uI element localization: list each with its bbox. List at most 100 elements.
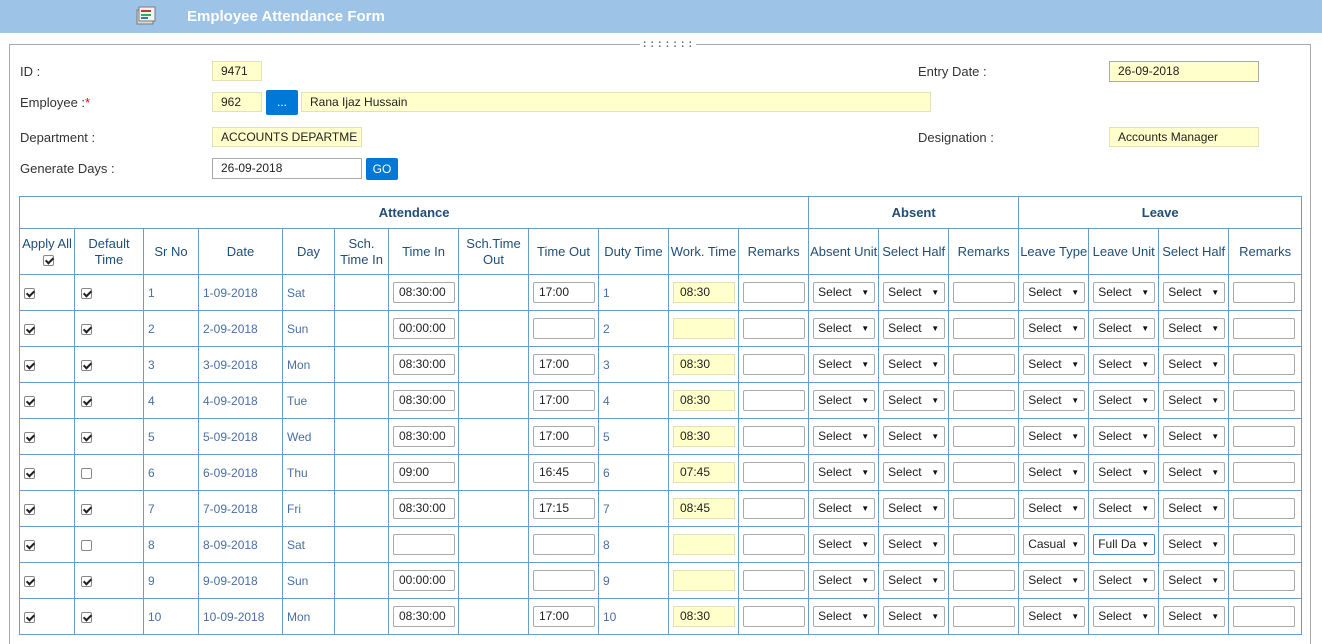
time-in-input[interactable]: 00:00:00 <box>393 318 455 339</box>
apply-checkbox[interactable] <box>24 575 35 587</box>
leave-half-select[interactable]: Select ▼ <box>1163 282 1226 303</box>
leave-type-select[interactable]: Select ▼ <box>1023 318 1086 339</box>
absent-unit-select[interactable]: Select ▼ <box>813 462 876 483</box>
default-time-checkbox[interactable] <box>81 575 92 587</box>
employee-lookup-button[interactable]: ... <box>266 90 298 115</box>
leave-half-select[interactable]: Select ▼ <box>1163 498 1226 519</box>
leave-half-select[interactable]: Select ▼ <box>1163 390 1226 411</box>
apply-all-checkbox[interactable] <box>42 254 54 266</box>
apply-checkbox[interactable] <box>24 503 35 515</box>
remarks-input[interactable] <box>743 534 805 555</box>
absent-remarks-input[interactable] <box>953 282 1016 303</box>
absent-remarks-input[interactable] <box>953 570 1016 591</box>
leave-type-select[interactable]: Select ▼ <box>1023 390 1086 411</box>
default-time-checkbox[interactable] <box>81 287 92 299</box>
absent-half-select[interactable]: Select ▼ <box>883 390 946 411</box>
leave-half-select[interactable]: Select ▼ <box>1163 534 1226 555</box>
absent-half-select[interactable]: Select ▼ <box>883 462 946 483</box>
leave-half-select[interactable]: Select ▼ <box>1163 570 1226 591</box>
absent-half-select[interactable]: Select ▼ <box>883 498 946 519</box>
absent-unit-select[interactable]: Select ▼ <box>813 498 876 519</box>
time-out-input[interactable] <box>533 318 595 339</box>
default-time-checkbox[interactable] <box>81 323 92 335</box>
time-in-input[interactable] <box>393 534 455 555</box>
time-out-input[interactable]: 17:15 <box>533 498 595 519</box>
remarks-input[interactable] <box>743 570 805 591</box>
remarks-input[interactable] <box>743 426 805 447</box>
leave-unit-select[interactable]: Full Da ▼ <box>1093 534 1156 555</box>
default-time-checkbox[interactable] <box>81 395 92 407</box>
apply-checkbox[interactable] <box>24 539 35 551</box>
absent-half-select[interactable]: Select ▼ <box>883 354 946 375</box>
generate-days-field[interactable]: 26-09-2018 <box>212 158 362 179</box>
panel-resize-grip[interactable]: ::::::: <box>640 37 696 51</box>
time-in-input[interactable]: 00:00:00 <box>393 570 455 591</box>
leave-unit-select[interactable]: Select ▼ <box>1093 606 1156 627</box>
leave-type-select[interactable]: Select ▼ <box>1023 570 1086 591</box>
default-time-checkbox[interactable] <box>81 431 92 443</box>
absent-half-select[interactable]: Select ▼ <box>883 318 946 339</box>
apply-checkbox[interactable] <box>24 395 35 407</box>
remarks-input[interactable] <box>743 606 805 627</box>
time-in-input[interactable]: 08:30:00 <box>393 426 455 447</box>
absent-unit-select[interactable]: Select ▼ <box>813 606 876 627</box>
absent-half-select[interactable]: Select ▼ <box>883 570 946 591</box>
leave-half-select[interactable]: Select ▼ <box>1163 354 1226 375</box>
absent-unit-select[interactable]: Select ▼ <box>813 390 876 411</box>
absent-unit-select[interactable]: Select ▼ <box>813 282 876 303</box>
col-header-apply-all[interactable]: Apply All <box>19 228 75 275</box>
absent-unit-select[interactable]: Select ▼ <box>813 534 876 555</box>
absent-remarks-input[interactable] <box>953 318 1016 339</box>
default-time-checkbox[interactable] <box>81 467 92 479</box>
default-time-checkbox[interactable] <box>81 539 92 551</box>
remarks-input[interactable] <box>743 462 805 483</box>
remarks-input[interactable] <box>743 282 805 303</box>
leave-remarks-input[interactable] <box>1233 534 1296 555</box>
leave-half-select[interactable]: Select ▼ <box>1163 318 1226 339</box>
employee-code-field[interactable]: 962 <box>212 92 262 112</box>
leave-unit-select[interactable]: Select ▼ <box>1093 390 1156 411</box>
leave-remarks-input[interactable] <box>1233 426 1296 447</box>
remarks-input[interactable] <box>743 390 805 411</box>
absent-unit-select[interactable]: Select ▼ <box>813 354 876 375</box>
leave-remarks-input[interactable] <box>1233 462 1296 483</box>
leave-type-select[interactable]: Select ▼ <box>1023 354 1086 375</box>
absent-remarks-input[interactable] <box>953 534 1016 555</box>
time-in-input[interactable]: 08:30:00 <box>393 354 455 375</box>
remarks-input[interactable] <box>743 498 805 519</box>
leave-unit-select[interactable]: Select ▼ <box>1093 426 1156 447</box>
absent-half-select[interactable]: Select ▼ <box>883 426 946 447</box>
remarks-input[interactable] <box>743 318 805 339</box>
remarks-input[interactable] <box>743 354 805 375</box>
leave-type-select[interactable]: Select ▼ <box>1023 498 1086 519</box>
leave-unit-select[interactable]: Select ▼ <box>1093 462 1156 483</box>
absent-remarks-input[interactable] <box>953 390 1016 411</box>
time-out-input[interactable] <box>533 570 595 591</box>
leave-half-select[interactable]: Select ▼ <box>1163 606 1226 627</box>
absent-unit-select[interactable]: Select ▼ <box>813 426 876 447</box>
leave-remarks-input[interactable] <box>1233 282 1296 303</box>
apply-checkbox[interactable] <box>24 287 35 299</box>
time-in-input[interactable]: 08:30:00 <box>393 390 455 411</box>
time-in-input[interactable]: 08:30:00 <box>393 282 455 303</box>
leave-remarks-input[interactable] <box>1233 570 1296 591</box>
time-out-input[interactable]: 17:00 <box>533 282 595 303</box>
apply-checkbox[interactable] <box>24 359 35 371</box>
leave-remarks-input[interactable] <box>1233 498 1296 519</box>
default-time-checkbox[interactable] <box>81 359 92 371</box>
entry-date-field[interactable]: 26-09-2018 <box>1109 61 1259 82</box>
absent-remarks-input[interactable] <box>953 498 1016 519</box>
time-out-input[interactable]: 16:45 <box>533 462 595 483</box>
leave-remarks-input[interactable] <box>1233 354 1296 375</box>
time-in-input[interactable]: 08:30:00 <box>393 606 455 627</box>
time-out-input[interactable] <box>533 534 595 555</box>
leave-type-select[interactable]: Select ▼ <box>1023 462 1086 483</box>
apply-checkbox[interactable] <box>24 467 35 479</box>
absent-remarks-input[interactable] <box>953 462 1016 483</box>
absent-remarks-input[interactable] <box>953 426 1016 447</box>
absent-remarks-input[interactable] <box>953 354 1016 375</box>
time-in-input[interactable]: 09:00 <box>393 462 455 483</box>
leave-unit-select[interactable]: Select ▼ <box>1093 498 1156 519</box>
default-time-checkbox[interactable] <box>81 611 92 623</box>
absent-half-select[interactable]: Select ▼ <box>883 534 946 555</box>
